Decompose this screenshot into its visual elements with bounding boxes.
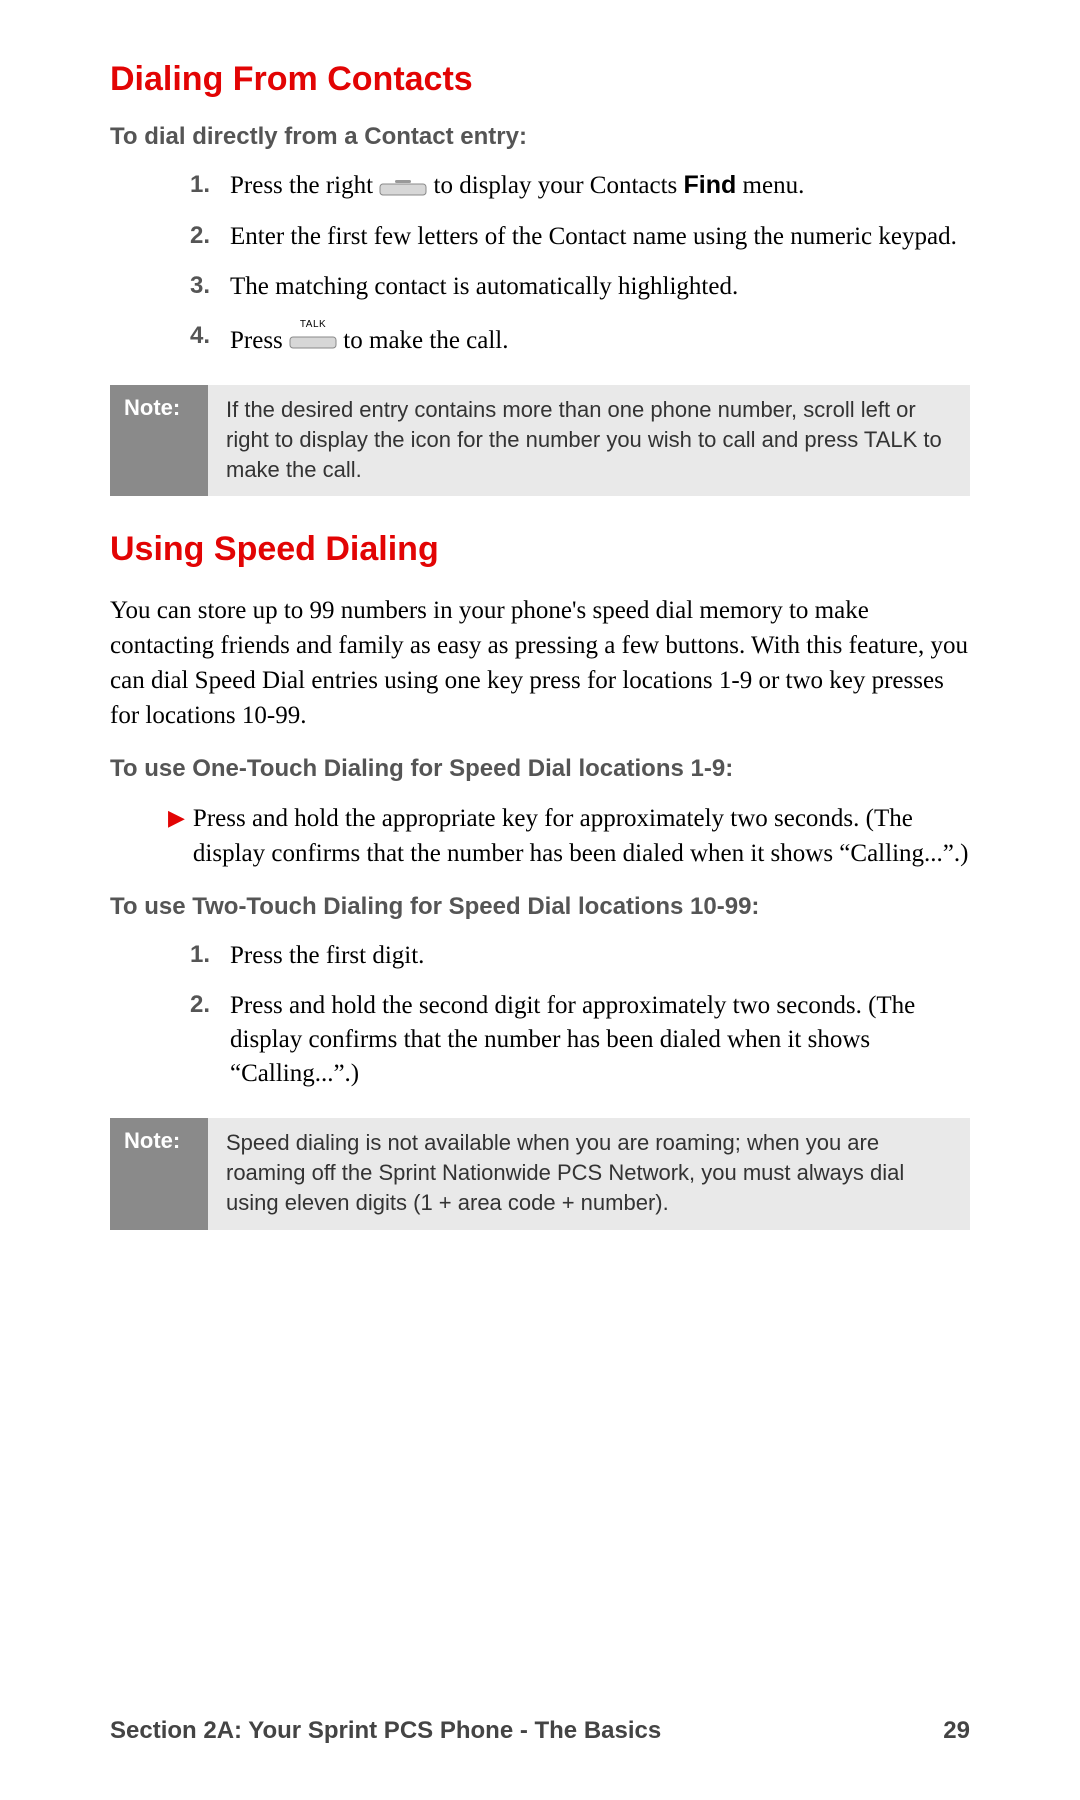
bullet-text: Press and hold the appropriate key for a… — [193, 801, 970, 871]
note-box-speed-dial: Note: Speed dialing is not available whe… — [110, 1118, 970, 1229]
bullet-one-touch: ▶ Press and hold the appropriate key for… — [168, 801, 970, 871]
speed-dial-intro: You can store up to 99 numbers in your p… — [110, 593, 970, 733]
step-4: 4. Press TALK to make the call. — [190, 320, 970, 358]
heading-speed-dialing: Using Speed Dialing — [110, 530, 970, 569]
step-number: 2. — [190, 220, 230, 254]
step-body: The matching contact is automatically hi… — [230, 270, 970, 304]
find-label: Find — [684, 171, 737, 199]
steps-two-touch: 1. Press the first digit. 2. Press and h… — [190, 939, 970, 1090]
step-2: 2. Enter the first few letters of the Co… — [190, 220, 970, 254]
step-1: 1. Press the right to display your Conta… — [190, 169, 970, 204]
step-1: 1. Press the first digit. — [190, 939, 970, 973]
heading-dialing-contacts: Dialing From Contacts — [110, 60, 970, 99]
note-box-contacts: Note: If the desired entry contains more… — [110, 385, 970, 496]
step-body: Press the first digit. — [230, 939, 970, 973]
step-body: Enter the first few letters of the Conta… — [230, 220, 970, 254]
manual-page: Dialing From Contacts To dial directly f… — [0, 0, 1080, 1800]
subhead-dial-entry: To dial directly from a Contact entry: — [110, 123, 970, 151]
step-body: Press and hold the second digit for appr… — [230, 989, 970, 1090]
red-arrow-icon: ▶ — [168, 801, 185, 871]
footer-section: Section 2A: Your Sprint PCS Phone - The … — [110, 1717, 661, 1745]
right-softkey-icon — [379, 170, 427, 204]
note-text: If the desired entry contains more than … — [208, 385, 970, 496]
step-3: 3. The matching contact is automatically… — [190, 270, 970, 304]
footer-page-number: 29 — [943, 1717, 970, 1745]
step-number: 4. — [190, 320, 230, 358]
note-label: Note: — [110, 385, 208, 496]
note-text: Speed dialing is not available when you … — [208, 1118, 970, 1229]
step-body: Press TALK to make the call. — [230, 320, 970, 358]
page-footer: Section 2A: Your Sprint PCS Phone - The … — [110, 1717, 970, 1745]
note-label: Note: — [110, 1118, 208, 1229]
step-number: 3. — [190, 270, 230, 304]
subhead-two-touch: To use Two-Touch Dialing for Speed Dial … — [110, 893, 970, 921]
step-body: Press the right to display your Contacts… — [230, 169, 970, 204]
steps-dial-from-contacts: 1. Press the right to display your Conta… — [190, 169, 970, 357]
subhead-one-touch: To use One-Touch Dialing for Speed Dial … — [110, 755, 970, 783]
step-2: 2. Press and hold the second digit for a… — [190, 989, 970, 1090]
step-number: 1. — [190, 939, 230, 973]
talk-key-icon: TALK — [289, 320, 337, 355]
step-number: 2. — [190, 989, 230, 1090]
step-number: 1. — [190, 169, 230, 204]
